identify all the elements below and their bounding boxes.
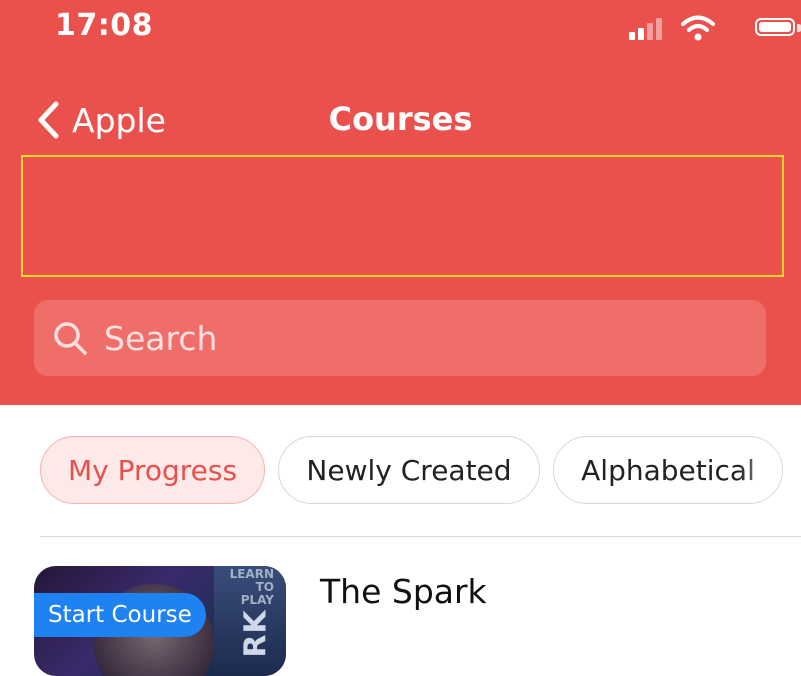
signal-icon — [629, 18, 665, 40]
status-icons — [601, 14, 801, 42]
search-input[interactable] — [102, 317, 706, 359]
thumbnail-side-text: RK — [238, 609, 274, 658]
filter-alphabetical[interactable]: Alphabetical — [553, 436, 783, 504]
chip-fade — [738, 437, 782, 503]
divider — [40, 536, 801, 537]
course-title[interactable]: The Spark — [320, 572, 487, 611]
search-icon — [54, 322, 87, 355]
thumbnail-learn-text: LEARN TO PLAY — [229, 567, 274, 607]
status-time: 17:08 — [55, 8, 153, 43]
wifi-icon — [681, 15, 715, 41]
page-title: Courses — [328, 100, 473, 138]
battery-tip — [797, 24, 801, 32]
search-bar[interactable] — [34, 300, 766, 376]
filter-my-progress[interactable]: My Progress — [40, 436, 265, 504]
filter-newly-created[interactable]: Newly Created — [278, 436, 540, 504]
highlight-box — [21, 155, 784, 277]
battery-icon — [755, 18, 795, 36]
app-header: 17:08 Apple Courses — [0, 0, 801, 405]
filter-alphabetical-label: Alphabetical — [581, 453, 755, 487]
start-course-badge[interactable]: Start Course — [34, 593, 206, 637]
